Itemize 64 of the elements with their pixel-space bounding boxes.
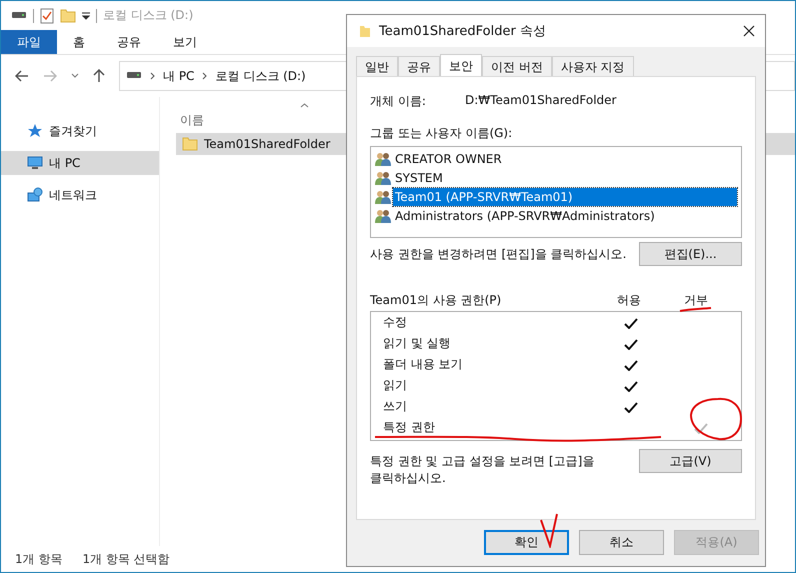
up-icon[interactable] [93, 69, 105, 83]
chevron-right-icon [150, 72, 155, 80]
allow-header: 허용 [617, 292, 642, 309]
breadcrumb-item[interactable]: 내 PC [163, 68, 194, 84]
users-icon [375, 170, 391, 186]
chevron-right-icon [202, 72, 208, 80]
folder-icon [359, 24, 371, 38]
edit-hint: 사용 권한을 변경하려면 [편집]을 클릭하십시오. [370, 246, 626, 263]
principal-item[interactable]: Administrators (APP-SRVR₩Administrators) [393, 206, 657, 224]
principal-item[interactable]: Team01 (APP-SRVR₩Team01) [393, 188, 737, 206]
sort-caret-icon[interactable] [300, 103, 309, 108]
star-icon [27, 123, 43, 139]
status-text: 1개 항목 선택함 [82, 550, 170, 568]
sidebar-label: 즐겨찾기 [49, 122, 97, 140]
chevron-icon[interactable] [71, 73, 79, 79]
breadcrumb-item[interactable]: 로컬 디스크 (D:) [215, 68, 306, 84]
principal-item[interactable]: CREATOR OWNER [393, 150, 504, 168]
ribbon-tab[interactable]: 파일 [1, 30, 57, 54]
column-header[interactable]: 이름 [180, 112, 204, 128]
sidebar-item[interactable]: 네트워크 [1, 183, 159, 207]
monitor-icon [27, 155, 43, 171]
permission-name: 특정 권한 [383, 419, 436, 436]
tab[interactable]: 일반 [356, 56, 398, 76]
tab[interactable]: 사용자 지정 [552, 56, 634, 76]
users-icon [375, 188, 391, 204]
sidebar-label: 내 PC [49, 154, 80, 172]
permission-name: 읽기 [383, 377, 408, 394]
edit-button[interactable]: 편집(E)... [639, 242, 742, 266]
dialog-button[interactable]: 확인 [484, 530, 569, 555]
object-label: 개체 이름: [370, 93, 427, 110]
dialog-title: Team01SharedFolder 속성 [379, 23, 546, 40]
tab[interactable]: 공유 [398, 56, 440, 76]
group-label: 그룹 또는 사용자 이름(G): [370, 125, 514, 142]
sidebar-item[interactable]: 즐겨찾기 [1, 119, 159, 143]
close-icon[interactable] [743, 25, 755, 37]
folder-icon [182, 136, 198, 152]
permission-name: 폴더 내용 보기 [383, 356, 464, 373]
tab[interactable]: 이전 버전 [482, 56, 552, 76]
advanced-button[interactable]: 고급(V) [639, 449, 742, 473]
principals-list[interactable]: CREATOR OWNER SYSTEM Team01 (APP-SRVR₩Team01) Administrators (APP-SRVR₩Administrators) [370, 146, 742, 238]
object-value: D:₩Team01SharedFolder [465, 93, 616, 109]
network-icon [27, 187, 43, 203]
window-title: 로컬 디스크 (D:) [103, 7, 194, 24]
advanced-hint: 특정 권한 및 고급 설정을 보려면 [고급]을 클릭하십시오. [370, 453, 596, 487]
sidebar-label: 네트워크 [49, 186, 97, 204]
principal-item[interactable]: SYSTEM [393, 168, 445, 186]
ribbon-tab[interactable]: 보기 [157, 30, 213, 54]
checklist-icon[interactable] [40, 8, 54, 24]
status-text: 1개 항목 [15, 550, 62, 568]
ribbon-tab[interactable]: 공유 [101, 30, 157, 54]
sidebar-item[interactable]: 내 PC [1, 151, 159, 175]
file-name: Team01SharedFolder [204, 137, 330, 151]
permission-name: 쓰기 [383, 398, 408, 415]
ribbon-tab[interactable]: 홈 [57, 30, 101, 54]
permissions-label: Team01의 사용 권한(P) [370, 292, 502, 309]
tab[interactable]: 보안 [440, 54, 482, 76]
users-icon [375, 150, 391, 166]
users-icon [375, 208, 391, 224]
back-icon[interactable] [15, 70, 29, 82]
dropdown-icon[interactable] [82, 12, 90, 20]
permission-name: 읽기 및 실행 [383, 335, 452, 352]
dialog-button[interactable]: 취소 [579, 530, 664, 555]
deny-header: 거부 [684, 292, 708, 309]
permission-name: 수정 [383, 314, 408, 331]
